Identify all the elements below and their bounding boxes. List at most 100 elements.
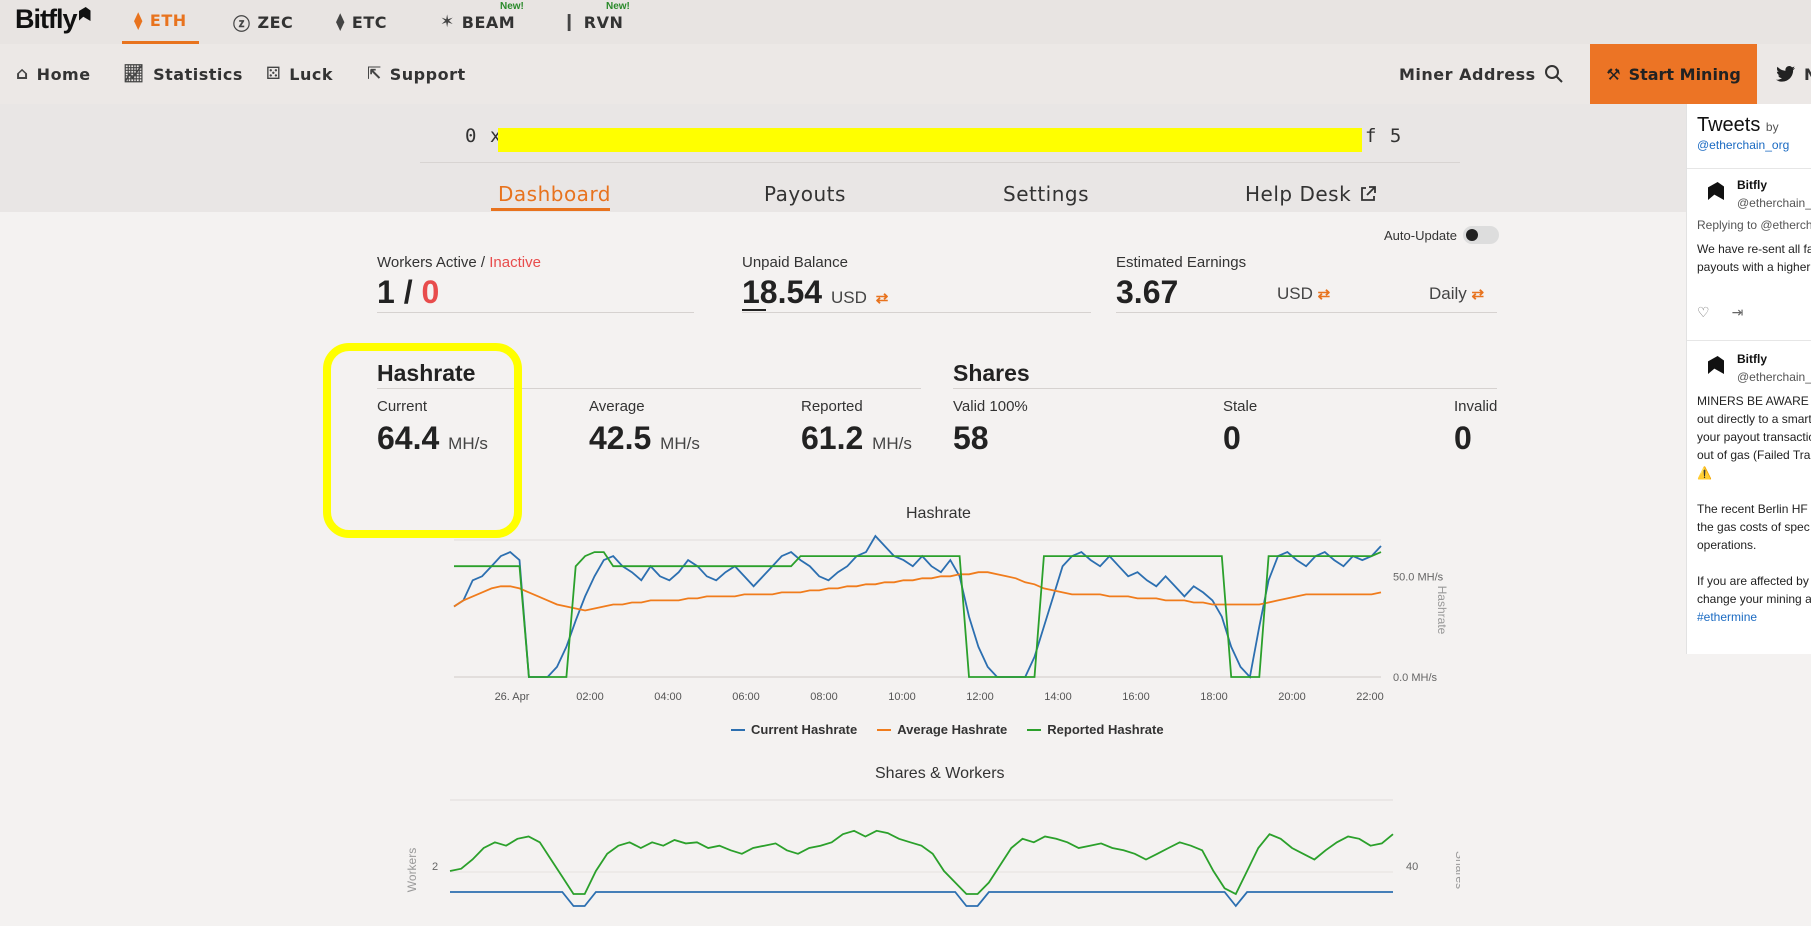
highlight-annotation <box>323 343 522 538</box>
divider <box>377 312 694 313</box>
valid-shares-value: 58 <box>953 420 989 456</box>
divider <box>420 162 1460 163</box>
current-hashrate-line[interactable] <box>453 534 1382 679</box>
tweet-reply-to: Replying to @etherch <box>1697 218 1811 232</box>
tab-dashboard[interactable]: Dashboard <box>498 182 611 206</box>
shares-title: Shares <box>953 360 1030 386</box>
search-icon <box>1544 65 1563 83</box>
nav-luck[interactable]: ⚄ Luck <box>266 44 333 104</box>
average-hashrate-label: Average <box>589 398 645 415</box>
y-axis-label-workers: Workers <box>405 848 419 892</box>
period-swap-icon: ⇄ <box>1471 286 1485 303</box>
tweet-handle[interactable]: @etherchain_ <box>1737 370 1811 384</box>
value-marker <box>742 309 766 311</box>
tweet-actions: ♡ ⇥ <box>1697 304 1743 321</box>
y-tick-label: 0.0 MH/s <box>1393 672 1438 684</box>
y-tick-label: 40 <box>1406 861 1418 873</box>
workers-label: Workers Active / Inactive <box>377 254 541 271</box>
reported-hashrate-line[interactable] <box>454 551 1382 678</box>
coin-tab-etc[interactable]: ⧫ ETC <box>336 0 387 44</box>
estimated-earnings-value: 3.67 <box>1116 274 1179 310</box>
reported-hashrate-value: 61.2 MH/s <box>801 420 912 456</box>
zcash-icon: ⓩ <box>233 14 251 35</box>
divider <box>1687 340 1811 341</box>
workers-value: 1 / 0 <box>377 274 440 310</box>
earnings-currency[interactable]: USD ⇄ <box>1277 284 1330 304</box>
coin-tab-zec[interactable]: ⓩ ZEC <box>233 0 293 44</box>
valid-shares-label: Valid 100% <box>953 398 1028 415</box>
y-axis-label: Hashrate <box>1435 586 1449 635</box>
beam-icon: ✶ <box>440 12 455 32</box>
tweet-author[interactable]: Bitfly <box>1737 178 1767 192</box>
hashrate-chart-legend: Current Hashrate Average Hashrate Report… <box>731 722 1164 737</box>
shares-workers-chart-title: Shares & Workers <box>875 765 1005 782</box>
auto-update-toggle[interactable] <box>1463 226 1499 244</box>
stale-shares-label: Stale <box>1223 398 1258 415</box>
invalid-shares-label: Invalid <box>1454 398 1498 415</box>
tab-settings[interactable]: Settings <box>1003 182 1089 206</box>
bitfly-avatar[interactable] <box>1705 354 1727 376</box>
divider <box>742 312 1091 313</box>
hashrate-chart-title: Hashrate <box>906 505 971 522</box>
divider <box>953 388 1497 389</box>
y-tick-label: 2 <box>432 861 438 873</box>
tweets-handle[interactable]: @etherchain_org <box>1697 138 1789 152</box>
miner-address-search[interactable]: Miner Address <box>1399 44 1564 104</box>
tab-payouts[interactable]: Payouts <box>764 182 846 206</box>
auto-update-label: Auto-Update <box>1384 228 1457 243</box>
new-badge-rvn: New! <box>606 1 630 12</box>
pickaxe-icon: ⚒ <box>1606 64 1621 84</box>
x-tick-label: 12:00 <box>966 691 994 703</box>
twitter-timeline[interactable]: Tweets by @etherchain_org Bitfly @etherc… <box>1686 104 1811 654</box>
new-badge-beam: New! <box>500 1 524 12</box>
address-redaction <box>498 128 1362 152</box>
tweet-handle[interactable]: @etherchain_ <box>1737 196 1811 210</box>
active-tab-indicator <box>491 208 610 211</box>
legend-current-hashrate[interactable]: Current Hashrate <box>731 722 857 737</box>
stale-shares-value: 0 <box>1223 420 1241 456</box>
bitfly-logo-icon <box>78 7 91 21</box>
x-tick-label: 04:00 <box>654 691 682 703</box>
nav-bar: ⌂ Home 📈︎ Statistics ⚄ Luck ⇱ Support Mi… <box>0 44 1811 104</box>
start-mining-button[interactable]: ⚒ Start Mining <box>1590 44 1757 104</box>
external-link-icon: ⇱ <box>367 64 382 84</box>
miner-address-suffix: f 5 <box>1365 125 1403 147</box>
x-tick-label: 18:00 <box>1200 691 1228 703</box>
estimated-earnings-label: Estimated Earnings <box>1116 254 1247 271</box>
ethereum-classic-icon: ⧫ <box>336 12 345 32</box>
tweets-title: Tweets by <box>1697 114 1779 136</box>
currency-swap-icon[interactable]: ⇄ <box>876 290 889 307</box>
nav-statistics[interactable]: 📈︎ Statistics <box>123 44 243 104</box>
nav-home[interactable]: ⌂ Home <box>16 44 91 104</box>
x-tick-label: 02:00 <box>576 691 604 703</box>
x-tick-label: 20:00 <box>1278 691 1306 703</box>
hashrate-chart[interactable]: 26. Apr 02:00 04:00 06:00 08:00 10:00 12:00 14:… <box>400 530 1460 710</box>
shares-line[interactable] <box>449 829 1394 896</box>
x-tick-label: 06:00 <box>732 691 760 703</box>
external-link-icon <box>1361 186 1377 201</box>
legend-reported-hashrate[interactable]: Reported Hashrate <box>1027 722 1164 737</box>
twitter-icon <box>1776 66 1795 82</box>
coin-tab-eth[interactable]: ⧫ ETH <box>122 0 199 44</box>
x-tick-label: 26. Apr <box>495 691 530 703</box>
nav-support[interactable]: ⇱ Support <box>367 44 466 104</box>
heart-icon[interactable]: ♡ <box>1697 304 1710 321</box>
workers-line[interactable] <box>450 891 1393 908</box>
invalid-shares-value: 0 <box>1454 420 1472 456</box>
coin-bar: Bitfly ⧫ ETH ⓩ ZEC ⧫ ETC ✶ BEAM New! ❙ R… <box>0 0 1811 44</box>
tab-help-desk[interactable]: Help Desk <box>1245 182 1377 206</box>
ravencoin-icon: ❙ <box>562 12 577 32</box>
x-tick-label: 22:00 <box>1356 691 1384 703</box>
share-icon[interactable]: ⇥ <box>1732 304 1744 321</box>
x-tick-label: 14:00 <box>1044 691 1072 703</box>
shares-workers-chart[interactable]: Workers Shares 2 40 <box>400 790 1460 926</box>
bitfly-avatar[interactable] <box>1705 180 1727 202</box>
earnings-period[interactable]: Daily ⇄ <box>1429 284 1484 304</box>
bitfly-logo[interactable]: Bitfly <box>15 4 91 35</box>
nav-twitter[interactable]: N <box>1776 44 1811 104</box>
hashtag-link[interactable]: #ethermine <box>1697 608 1811 626</box>
currency-swap-icon: ⇄ <box>1317 286 1331 303</box>
legend-average-hashrate[interactable]: Average Hashrate <box>877 722 1007 737</box>
home-icon: ⌂ <box>16 64 29 84</box>
tweet-author[interactable]: Bitfly <box>1737 352 1767 366</box>
